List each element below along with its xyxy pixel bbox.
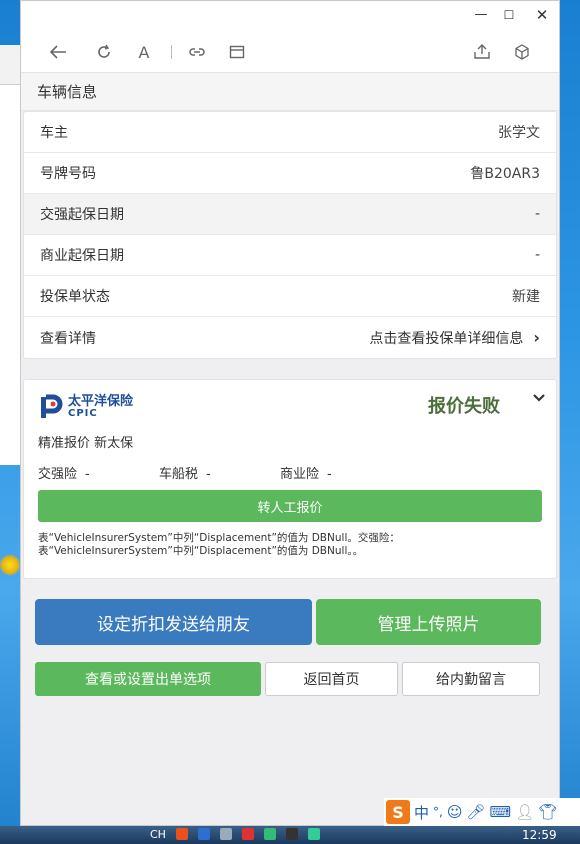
toolbar-separator [171,45,172,59]
fee-commercial: 商业险 - [280,463,401,482]
desktop-window-edge [0,45,20,85]
link-icon[interactable] [186,41,208,63]
fee-value: - [327,467,332,482]
view-details-label: 查看详情 [40,330,96,347]
chevron-down-icon[interactable] [532,388,546,407]
insurer-name-cn: 太平洋保险 [68,393,134,409]
manual-quote-button[interactable]: 转人工报价 [38,490,542,522]
qq-tray-icon[interactable] [285,828,298,840]
view-details-link-text: 点击查看投保单详细信息 [369,330,524,347]
desktop-background [0,0,20,844]
cube-icon[interactable] [511,41,533,63]
close-icon[interactable]: ✕ [530,5,554,25]
commercial-start-label: 商业起保日期 [40,248,124,264]
view-details-link[interactable]: 点击查看投保单详细信息 › [369,328,540,348]
view-details-row[interactable]: 查看详情 点击查看投保单详细信息 › [24,317,556,358]
fee-list: 交强险 - 车船税 - 商业险 - [38,463,542,482]
back-home-button[interactable]: 返回首页 [265,662,398,696]
policy-status-row: 投保单状态 新建 [24,276,556,317]
owner-label: 车主 [40,125,68,141]
minimize-icon[interactable]: — [469,5,493,25]
shirt-icon[interactable]: 👕︎ [538,803,557,821]
wechat-tray-icon[interactable] [307,828,320,840]
quote-subtitle: 精准报价 新太保 [38,436,134,451]
fee-label: 车船税 [159,467,199,482]
app-tray-icon[interactable] [241,828,254,840]
cpic-logo-icon [38,394,64,420]
user-icon[interactable]: 👤︎ [515,803,534,821]
commercial-start-row: 商业起保日期 - [24,235,556,276]
upload-photos-button[interactable]: 管理上传照片 [316,599,541,645]
font-size-icon[interactable]: A [133,41,155,63]
fee-value: - [206,467,211,482]
maximize-icon[interactable]: ☐ [497,5,521,25]
taskbar: CH 12:59 [0,826,580,844]
chevron-right-icon: › [533,328,540,347]
insurer-name-en: CPIC [68,407,98,419]
view-options-button[interactable]: 查看或设置出单选项 [35,662,261,696]
fee-label: 交强险 [38,467,78,482]
clock: 12:59 [522,828,557,842]
plate-row: 号牌号码 鲁B20AR3 [24,153,556,194]
plate-label: 号牌号码 [40,166,96,182]
window-icon[interactable] [226,41,248,63]
fee-value: - [85,467,90,482]
app-window: — ☐ ✕ A 车辆信息 车主 张学文 号牌号码 鲁B20AR3 交强起保日期 … [20,0,560,826]
secondary-actions: 查看或设置出单选项 返回首页 给内勤留言 [35,662,540,696]
fee-compulsory: 交强险 - [38,463,159,482]
microphone-icon[interactable]: 🎤︎ [466,803,485,821]
browser-toolbar: A [21,29,559,73]
share-icon[interactable] [471,41,493,63]
refresh-icon[interactable] [93,41,115,63]
compulsory-start-value: - [534,206,540,222]
input-lang-indicator[interactable]: CH [150,828,166,841]
back-arrow-icon[interactable] [47,41,69,63]
ime-lang-toggle[interactable]: 中 [414,802,429,823]
vehicle-info-card: 车主 张学文 号牌号码 鲁B20AR3 交强起保日期 - 商业起保日期 - 投保… [23,111,557,359]
fee-label: 商业险 [280,467,320,482]
compulsory-start-label: 交强起保日期 [40,207,124,223]
primary-actions: 设定折扣发送给朋友 管理上传照片 [35,599,543,645]
title-bar: — ☐ ✕ [21,1,559,29]
desktop-flower-icon [0,550,20,580]
ime-punct-toggle[interactable]: °, [433,805,443,819]
tray-icons: CH [150,828,320,841]
help-tray-icon[interactable] [197,828,210,840]
keyboard-icon[interactable]: ⌨ [490,803,512,821]
emoji-icon[interactable]: ☺ [447,803,463,821]
fee-vehicle-tax: 车船税 - [159,463,280,482]
ime-toolbar: S 中 °, ☺ 🎤︎ ⌨ 👤︎ 👕︎ [384,798,580,826]
send-discount-button[interactable]: 设定折扣发送给朋友 [35,599,312,645]
compulsory-start-row: 交强起保日期 - [24,194,556,235]
owner-row: 车主 张学文 [24,112,556,153]
desktop-window-edge-2 [0,85,20,465]
leave-message-button[interactable]: 给内勤留言 [402,662,540,696]
error-line-2: 表“VehicleInsurerSystem”中列“Displacement”的… [38,545,364,557]
policy-status-label: 投保单状态 [40,289,110,305]
sogou-tray-icon[interactable] [175,828,188,840]
sogou-logo-icon[interactable]: S [386,800,410,824]
network-tray-icon[interactable] [263,828,276,840]
plate-value: 鲁B20AR3 [470,166,540,182]
window-tray-icon[interactable] [219,828,232,840]
quote-card: 太平洋保险 CPIC 报价失败 精准报价 新太保 交强险 - 车船税 - 商业险 - … [23,379,557,579]
error-message: 表“VehicleInsurerSystem”中列“Displacement”的… [38,532,542,558]
commercial-start-value: - [534,247,540,263]
policy-status-value: 新建 [512,289,540,305]
vehicle-info-header: 车辆信息 [21,73,559,111]
quote-status: 报价失败 [428,396,500,417]
owner-value: 张学文 [498,125,540,141]
error-line-1: 表“VehicleInsurerSystem”中列“Displacement”的… [38,532,400,544]
